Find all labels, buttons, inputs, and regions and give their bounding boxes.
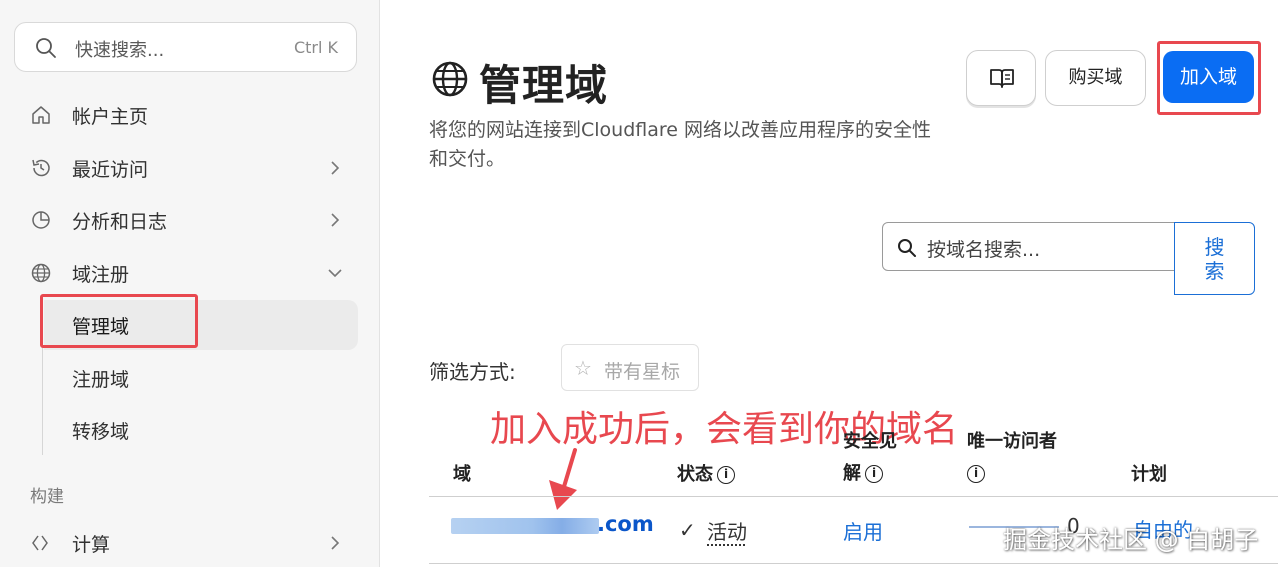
sidebar-item-label: 分析和日志: [72, 211, 168, 233]
section-label-build: 构建: [30, 487, 64, 507]
domain-search-placeholder: 按域名搜索...: [927, 239, 1041, 261]
starred-filter-label: 带有星标: [604, 361, 681, 383]
table-divider: [429, 496, 1278, 497]
sidebar-subitem-label: 注册域: [72, 369, 130, 391]
sidebar-item-label: 帐户主页: [72, 106, 149, 128]
arrow-annotation-icon: [549, 448, 577, 510]
documentation-button[interactable]: [966, 50, 1036, 106]
domain-search-input[interactable]: 按域名搜索...: [882, 222, 1175, 271]
chevron-down-icon: [328, 269, 342, 278]
sidebar-item-account-home[interactable]: 帐户主页: [0, 91, 380, 139]
sidebar-item-label: 域注册: [72, 264, 130, 286]
code-icon: [32, 535, 48, 551]
search-icon: [898, 239, 916, 257]
quick-search-placeholder: 快速搜索...: [75, 40, 165, 61]
sidebar-subitem-label: 转移域: [72, 421, 130, 443]
sidebar-subitem-register-domains[interactable]: 注册域: [44, 353, 358, 403]
star-icon: ☆: [574, 356, 592, 380]
sidebar-item-analytics[interactable]: 分析和日志: [0, 196, 380, 244]
highlight-box-manage-domains: [40, 294, 198, 348]
domain-link[interactable]: .com: [597, 512, 654, 536]
book-icon: [990, 69, 1014, 88]
watermark-text: 掘金技术社区 @ 白胡子: [1003, 526, 1259, 554]
redacted-domain-name: [451, 518, 599, 534]
home-icon: [32, 106, 50, 124]
main-content: 管理域 将您的网站连接到Cloudflare 网络以改善应用程序的安全性和交付。…: [381, 0, 1278, 567]
sidebar-subitem-transfer-domains[interactable]: 转移域: [44, 405, 358, 455]
info-icon[interactable]: i: [865, 465, 883, 483]
page-title: 管理域: [479, 61, 609, 110]
globe-icon: [31, 263, 51, 283]
security-insights-link[interactable]: 启用: [843, 516, 883, 545]
status-value[interactable]: 活动: [707, 516, 747, 545]
sidebar-item-domain-registration[interactable]: 域注册: [0, 249, 380, 297]
starred-filter-button[interactable]: ☆ 带有星标: [561, 344, 699, 391]
pie-chart-icon: [32, 211, 50, 229]
filter-label: 筛选方式:: [429, 360, 516, 384]
sidebar-item-label: 最近访问: [72, 159, 149, 181]
sidebar-item-recent[interactable]: 最近访问: [0, 144, 380, 192]
chevron-right-icon: [331, 161, 340, 175]
info-icon[interactable]: i: [967, 465, 985, 483]
column-header-status[interactable]: 状态 i: [677, 459, 735, 491]
column-header-visitors[interactable]: 唯一访问者 i: [967, 426, 1057, 490]
history-icon: [32, 159, 50, 177]
chevron-right-icon: [331, 536, 340, 550]
search-button[interactable]: 搜索: [1174, 222, 1255, 295]
check-icon: ✓: [679, 518, 696, 542]
search-icon: [36, 38, 56, 58]
column-header-label: 计划: [1131, 464, 1167, 485]
page-description: 将您的网站连接到Cloudflare 网络以改善应用程序的安全性和交付。: [429, 119, 932, 170]
column-header-label: 解: [843, 463, 861, 484]
sidebar-item-label: 计算: [72, 534, 111, 556]
buy-domain-button[interactable]: 购买域: [1045, 50, 1146, 106]
search-button-label: 搜索: [1204, 235, 1225, 283]
highlight-box-add-domain: [1157, 41, 1261, 115]
sidebar-item-compute[interactable]: 计算: [0, 519, 380, 567]
quick-search-input[interactable]: 快速搜索... Ctrl K: [14, 22, 357, 72]
column-header-plan: 计划: [1131, 459, 1167, 491]
shortcut-hint: Ctrl K: [293, 38, 338, 57]
info-icon[interactable]: i: [717, 466, 735, 484]
column-header-label: 唯一访问者: [967, 431, 1057, 452]
chevron-right-icon: [331, 213, 340, 227]
column-header-security[interactable]: 安全见 解i: [843, 426, 897, 490]
column-header-label: 状态: [677, 464, 713, 485]
sidebar: 快速搜索... Ctrl K 帐户主页 最近访问 分析和日志 域注册 管理域 注…: [0, 0, 380, 567]
column-header-domain: 域: [453, 459, 471, 491]
table-divider: [429, 563, 1278, 564]
column-header-label: 安全见: [843, 431, 897, 452]
column-header-label: 域: [453, 464, 471, 485]
globe-icon: [432, 61, 468, 97]
